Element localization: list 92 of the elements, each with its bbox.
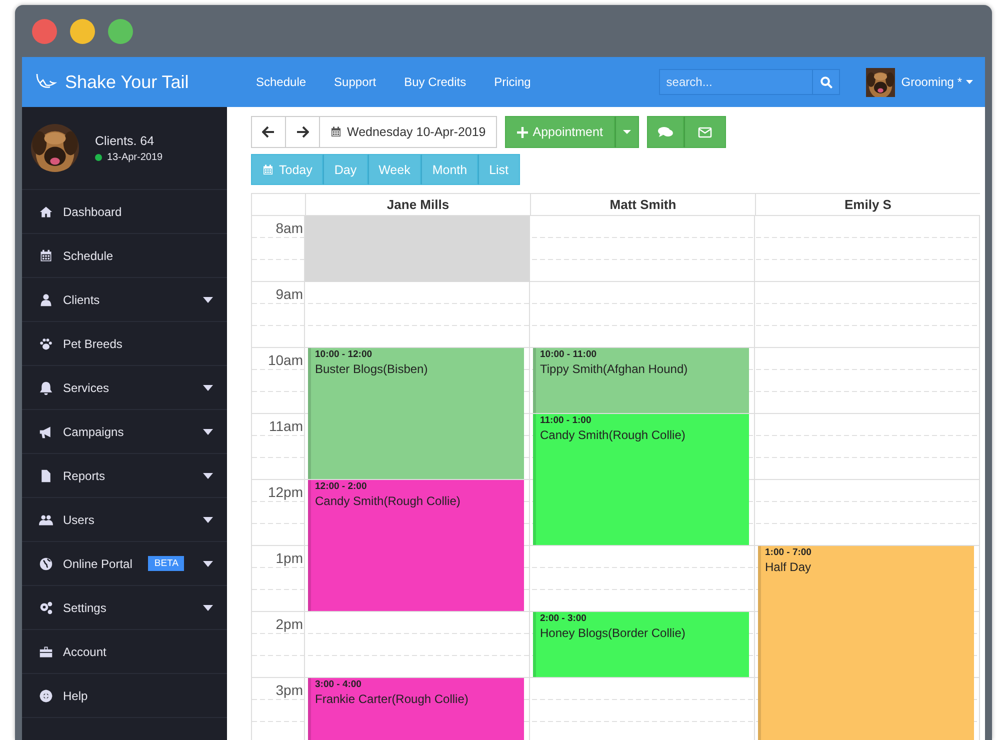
appointment[interactable]: 10:00 - 11:00 Tippy Smith(Afghan Hound) <box>533 348 749 413</box>
profile-date: 13-Apr-2019 <box>107 152 163 162</box>
globe-icon <box>39 556 53 570</box>
appointment[interactable]: 10:00 - 12:00 Buster Blogs(Bisben) <box>308 348 524 479</box>
sidebar-label: Online Portal <box>63 556 132 570</box>
appointment[interactable]: 12:00 - 2:00 Candy Smith(Rough Collie) <box>308 480 524 611</box>
sidebar-label: Dashboard <box>63 204 122 218</box>
appointment[interactable]: 1:00 - 7:00 Half Day <box>758 546 974 740</box>
chat-icon <box>658 126 673 138</box>
appointment-time: 11:00 - 1:00 <box>540 415 592 426</box>
sidebar-label: Settings <box>63 600 106 614</box>
appointment-time: 2:00 - 3:00 <box>540 613 586 624</box>
sidebar-label: Users <box>63 512 94 526</box>
bell-icon <box>39 380 53 394</box>
minimize-icon[interactable] <box>70 18 95 44</box>
home-icon <box>39 204 53 218</box>
appointment-title: Frankie Carter(Rough Collie) <box>315 692 468 706</box>
maximize-icon[interactable] <box>108 18 133 44</box>
search-icon <box>820 76 833 88</box>
sidebar-label: Services <box>63 380 110 394</box>
caret-icon <box>966 80 973 84</box>
appointment-title: Candy Smith(Rough Collie) <box>540 428 686 442</box>
users-icon <box>39 512 53 526</box>
sidebar-item[interactable]: Schedule <box>22 234 227 278</box>
appointment-time: 10:00 - 12:00 <box>315 349 372 360</box>
sidebar-item[interactable]: Dashboard <box>22 190 227 234</box>
sidebar-label: Campaigns <box>63 424 124 438</box>
appointment[interactable]: 11:00 - 1:00 Candy Smith(Rough Collie) <box>533 414 749 545</box>
chat-button[interactable] <box>646 116 684 148</box>
beta-badge: BETA <box>148 556 184 571</box>
sidebar-label: Account <box>63 644 106 658</box>
column-header: Emily S <box>755 194 980 215</box>
sidebar-item[interactable]: Users <box>22 498 227 542</box>
time-label: 12pm <box>268 484 303 500</box>
appointment[interactable]: 3:00 - 4:00 Frankie Carter(Rough Collie) <box>308 678 524 740</box>
appointment-time: 12:00 - 2:00 <box>315 481 367 492</box>
envelope-icon <box>698 126 712 138</box>
email-button[interactable] <box>684 116 726 148</box>
sidebar-item[interactable]: Services <box>22 366 227 410</box>
appointment-time: 10:00 - 11:00 <box>540 349 597 360</box>
date-picker-button[interactable]: Wednesday 10-Apr-2019 <box>320 116 497 148</box>
time-label: 10am <box>268 352 303 368</box>
client-count: Clients. 64 <box>95 134 156 148</box>
calendar-icon <box>262 164 274 176</box>
time-label: 1pm <box>276 550 303 566</box>
gears-icon <box>39 600 53 614</box>
sidebar-item[interactable]: Account <box>22 630 227 674</box>
arrow-left-icon <box>262 126 275 138</box>
file-icon <box>39 468 53 482</box>
time-label: 3pm <box>276 682 303 698</box>
appointment[interactable]: 2:00 - 3:00 Honey Blogs(Border Collie) <box>533 612 749 677</box>
sidebar-item[interactable]: Pet Breeds <box>22 322 227 366</box>
calendar-icon <box>39 248 53 262</box>
arrow-right-icon <box>296 126 309 138</box>
next-button[interactable] <box>286 116 320 148</box>
close-icon[interactable] <box>32 18 57 44</box>
lifebuoy-icon <box>39 688 53 702</box>
sidebar-item[interactable]: Clients <box>22 278 227 322</box>
sidebar-item[interactable]: Help <box>22 674 227 718</box>
sidebar-item[interactable]: Reports <box>22 454 227 498</box>
dropdown-button[interactable] <box>614 116 639 148</box>
sidebar-item[interactable]: Online Portal BETA <box>22 542 227 586</box>
time-label: 8am <box>276 220 303 236</box>
appointment-title: Tippy Smith(Afghan Hound) <box>540 362 688 376</box>
sidebar-label: Reports <box>63 468 106 482</box>
sidebar-label: Help <box>63 688 88 702</box>
sidebar-label: Pet Breeds <box>63 336 122 350</box>
time-label: 9am <box>276 286 303 302</box>
search-field[interactable]: search... <box>659 69 814 95</box>
megaphone-icon <box>39 424 53 438</box>
time-label: 2pm <box>276 616 303 632</box>
sidebar-item[interactable]: Settings <box>22 586 227 630</box>
sidebar-item[interactable]: Campaigns <box>22 410 227 454</box>
appointment-title: Honey Blogs(Border Collie) <box>540 626 686 640</box>
paw-icon <box>39 336 53 350</box>
column-header: Matt Smith <box>530 194 755 215</box>
appointment-time: 3:00 - 4:00 <box>315 679 362 690</box>
sidebar-label: Schedule <box>63 248 114 262</box>
search-button[interactable] <box>813 69 840 95</box>
appointment-time: 1:00 - 7:00 <box>765 547 812 558</box>
briefcase-icon <box>39 644 53 658</box>
plus-icon <box>516 126 528 138</box>
column-header: Jane Mills <box>305 194 530 215</box>
appointment-title: Buster Blogs(Bisben) <box>315 362 428 376</box>
previous-button[interactable] <box>251 116 286 148</box>
appointment-title: Candy Smith(Rough Collie) <box>315 494 460 508</box>
sidebar-label: Clients <box>63 292 100 306</box>
user-icon <box>39 292 53 306</box>
time-label: 11am <box>269 418 303 434</box>
calendar-icon <box>330 126 342 138</box>
caret-icon <box>622 130 631 134</box>
appointment-title: Half Day <box>765 560 812 574</box>
